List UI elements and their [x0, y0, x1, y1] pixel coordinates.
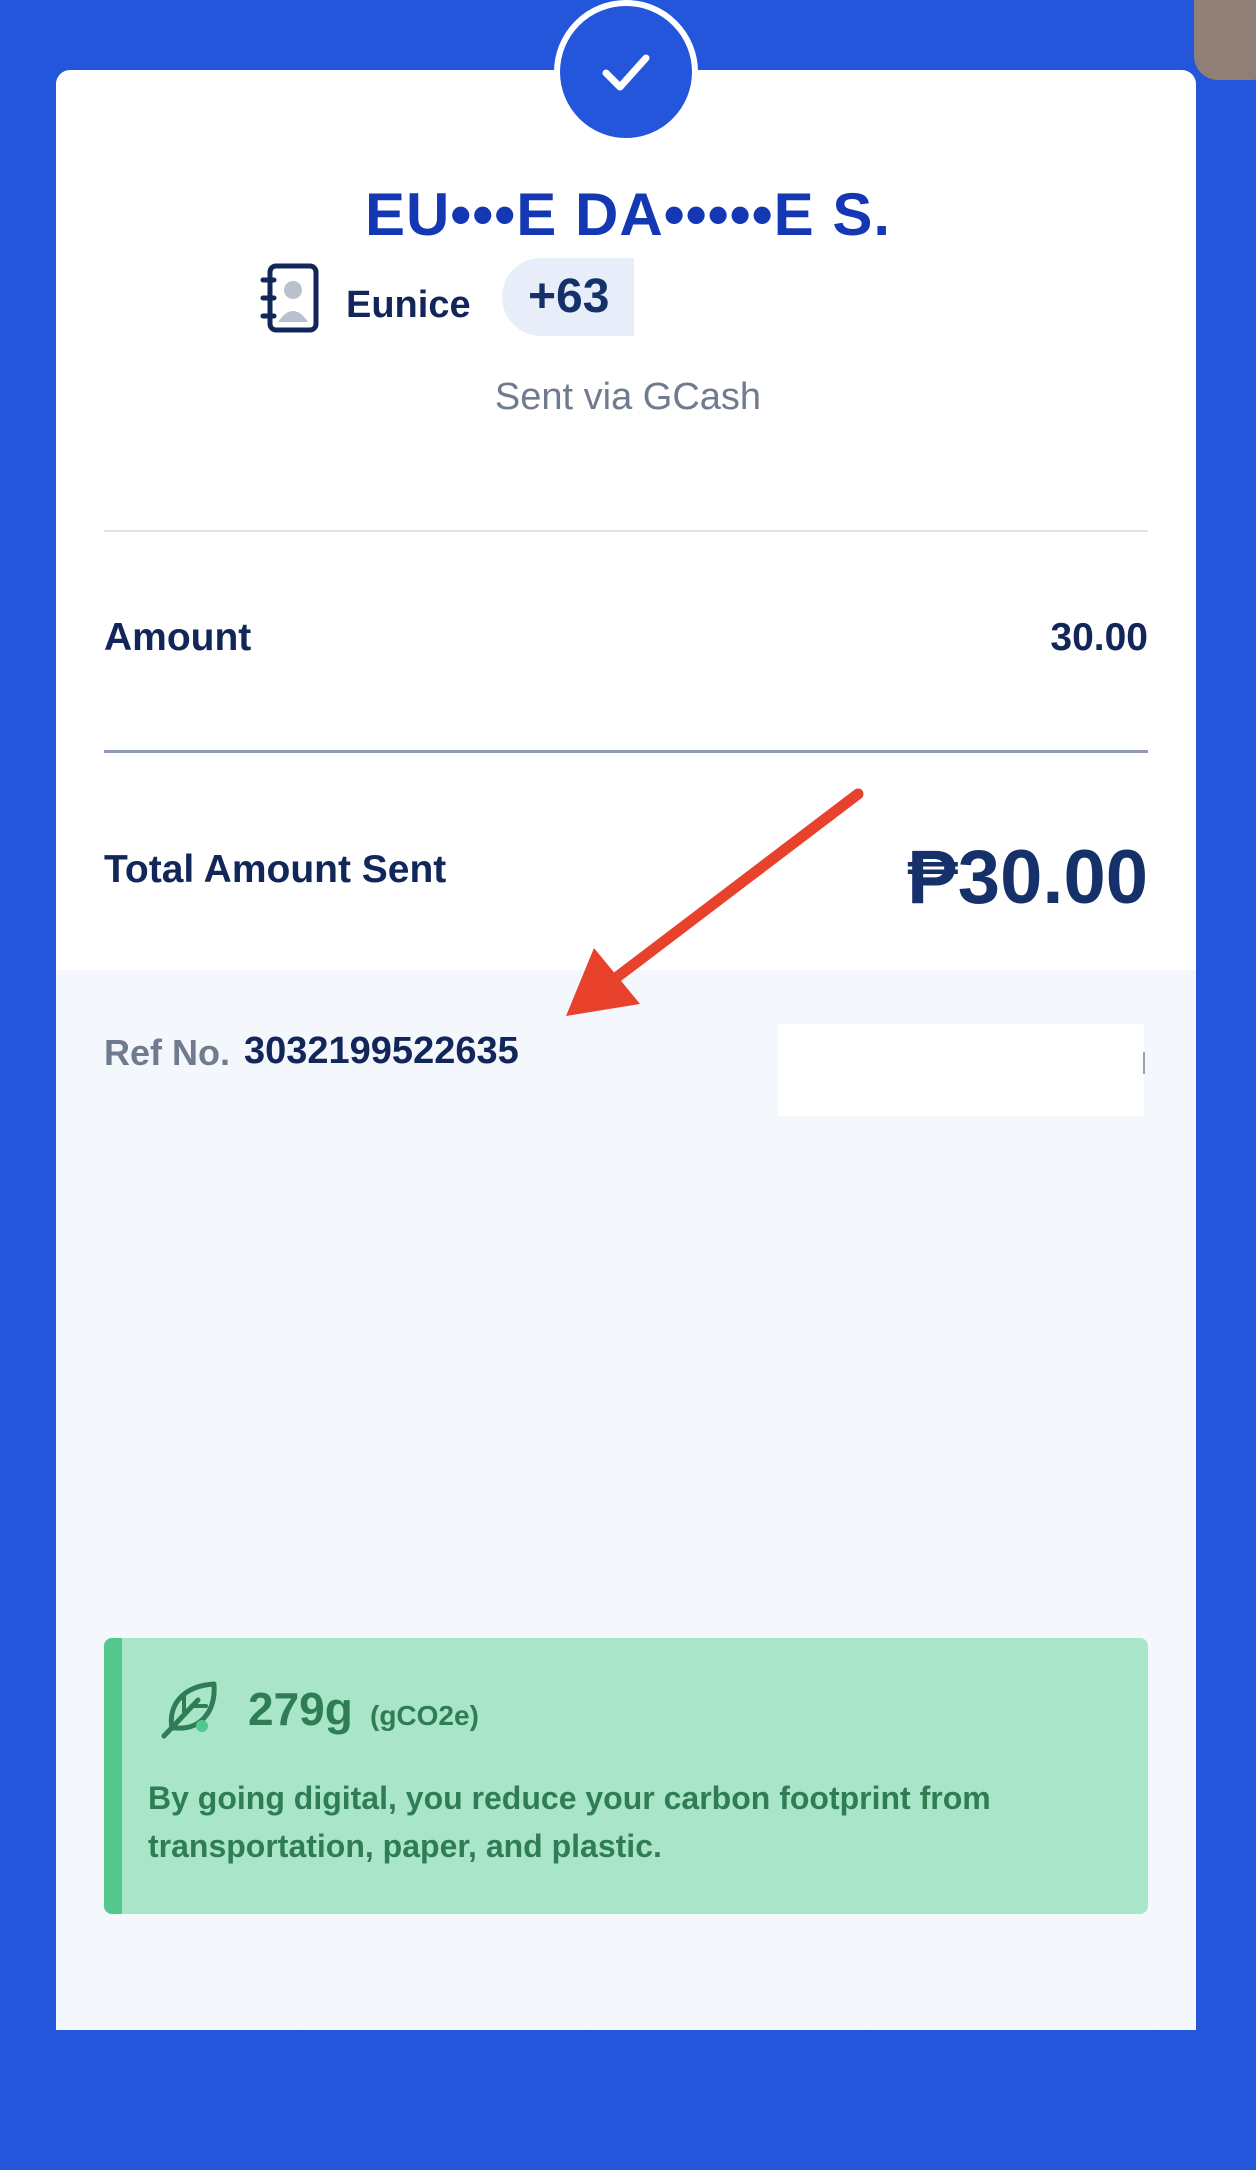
carbon-saved-amount: 279g	[248, 1683, 353, 1735]
divider	[104, 750, 1148, 753]
recipient-name: EU•••E DA•••••E S.	[364, 181, 892, 248]
corner-thumbnail	[1194, 0, 1256, 80]
phone-prefix: +63	[528, 270, 610, 323]
contact-name: Eunice	[346, 284, 471, 326]
sent-via-label: Sent via GCash	[494, 376, 762, 418]
receipt-torn-edge	[56, 2030, 1196, 2090]
reference-label: Ref No.	[104, 1032, 230, 1073]
total-amount-value: ₱30.00	[907, 835, 1148, 920]
amount-label: Amount	[104, 616, 252, 659]
success-badge	[554, 0, 698, 144]
card-accent-bar	[104, 1638, 122, 1914]
carbon-message: By going digital, you reduce your carbon…	[148, 1780, 991, 1864]
redacted-area	[778, 1024, 1144, 1116]
reference-number[interactable]: 3032199522635	[244, 1030, 519, 1073]
contact-book-icon	[260, 263, 319, 333]
phone-number-pill: +63	[502, 258, 634, 336]
total-amount-label: Total Amount Sent	[104, 848, 447, 891]
redaction-edge	[1143, 1052, 1145, 1074]
leaf-icon	[161, 1681, 217, 1739]
check-icon	[602, 54, 650, 91]
carbon-footprint-card: 279g (gCO2e) By going digital, you reduc…	[104, 1638, 1148, 1914]
amount-value: 30.00	[1050, 616, 1148, 659]
carbon-unit: (gCO2e)	[370, 1700, 479, 1731]
divider	[104, 530, 1148, 532]
